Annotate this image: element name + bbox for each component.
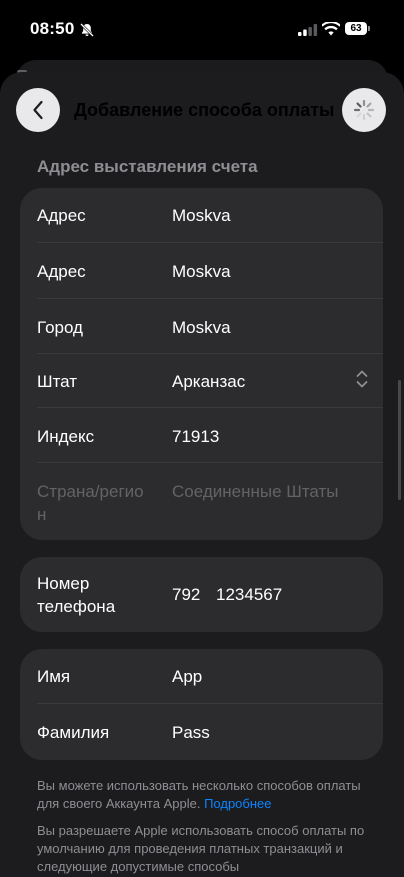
wifi-icon xyxy=(322,22,340,36)
address-line-2-row[interactable]: Адрес Moskva xyxy=(20,243,383,299)
learn-more-link[interactable]: Подробнее xyxy=(204,796,271,811)
status-bar: 08:50 63 xyxy=(0,0,404,60)
phone-row[interactable]: Номер телефона 792 1234567 xyxy=(20,557,383,632)
last-name-value[interactable]: Pass xyxy=(172,721,210,744)
scroll-indicator[interactable] xyxy=(398,380,401,500)
state-label: Штат xyxy=(37,372,78,391)
chevron-left-icon xyxy=(33,100,43,120)
zip-row[interactable]: Индекс 71913 xyxy=(20,408,383,463)
billing-address-card: Адрес Moskva Адрес Moskva Город Moskva Ш… xyxy=(20,188,383,540)
cellular-signal-icon xyxy=(298,24,318,36)
up-down-chevron-icon[interactable] xyxy=(355,368,369,390)
name-card: Имя App Фамилия Pass xyxy=(20,649,383,760)
phone-country-code[interactable]: 792 xyxy=(172,583,200,606)
city-row[interactable]: Город Moskva xyxy=(20,299,383,354)
spinner-icon xyxy=(353,99,375,121)
state-value[interactable]: Арканзас xyxy=(172,370,245,393)
state-row[interactable]: Штат Арканзас xyxy=(20,354,383,408)
last-name-label: Фамилия xyxy=(37,723,110,742)
address-line-2-label: Адрес xyxy=(37,262,86,281)
loading-indicator xyxy=(342,88,386,132)
address-line-1-row[interactable]: Адрес Moskva xyxy=(20,188,383,243)
footer-info-text: Вы можете использовать несколько способо… xyxy=(37,777,367,813)
billing-address-header: Адрес выставления счета xyxy=(37,157,258,176)
status-time: 08:50 xyxy=(30,19,75,38)
first-name-label: Имя xyxy=(37,667,71,686)
footer-info-body: Вы можете использовать несколько способо… xyxy=(37,778,361,811)
phone-card: Номер телефона 792 1234567 xyxy=(20,557,383,632)
battery-indicator: 63 xyxy=(345,22,372,37)
city-label: Город xyxy=(37,318,83,337)
zip-value[interactable]: 71913 xyxy=(172,425,219,448)
first-name-value[interactable]: App xyxy=(172,665,202,688)
address-line-1-value[interactable]: Moskva xyxy=(172,204,231,227)
battery-level: 63 xyxy=(345,22,367,35)
address-line-2-value[interactable]: Moskva xyxy=(172,260,231,283)
country-value: Соединенные Штаты xyxy=(172,482,339,501)
footer-consent-text: Вы разрешаете Apple использовать способ … xyxy=(37,823,365,874)
zip-label: Индекс xyxy=(37,427,95,446)
bell-slash-icon xyxy=(80,23,94,37)
phone-number[interactable]: 1234567 xyxy=(216,583,282,606)
last-name-row[interactable]: Фамилия Pass xyxy=(20,704,383,760)
country-row: Страна/регио н Соединенные Штаты xyxy=(20,463,383,540)
battery-tip xyxy=(368,26,370,31)
address-line-1-label: Адрес xyxy=(37,206,86,225)
first-name-row[interactable]: Имя App xyxy=(20,649,383,704)
page-title: Добавление способа оплаты xyxy=(74,100,335,120)
city-value[interactable]: Moskva xyxy=(172,316,231,339)
phone-label: Номер телефона xyxy=(37,574,116,616)
back-button[interactable] xyxy=(16,88,60,132)
country-label: Страна/регио н xyxy=(37,482,144,524)
